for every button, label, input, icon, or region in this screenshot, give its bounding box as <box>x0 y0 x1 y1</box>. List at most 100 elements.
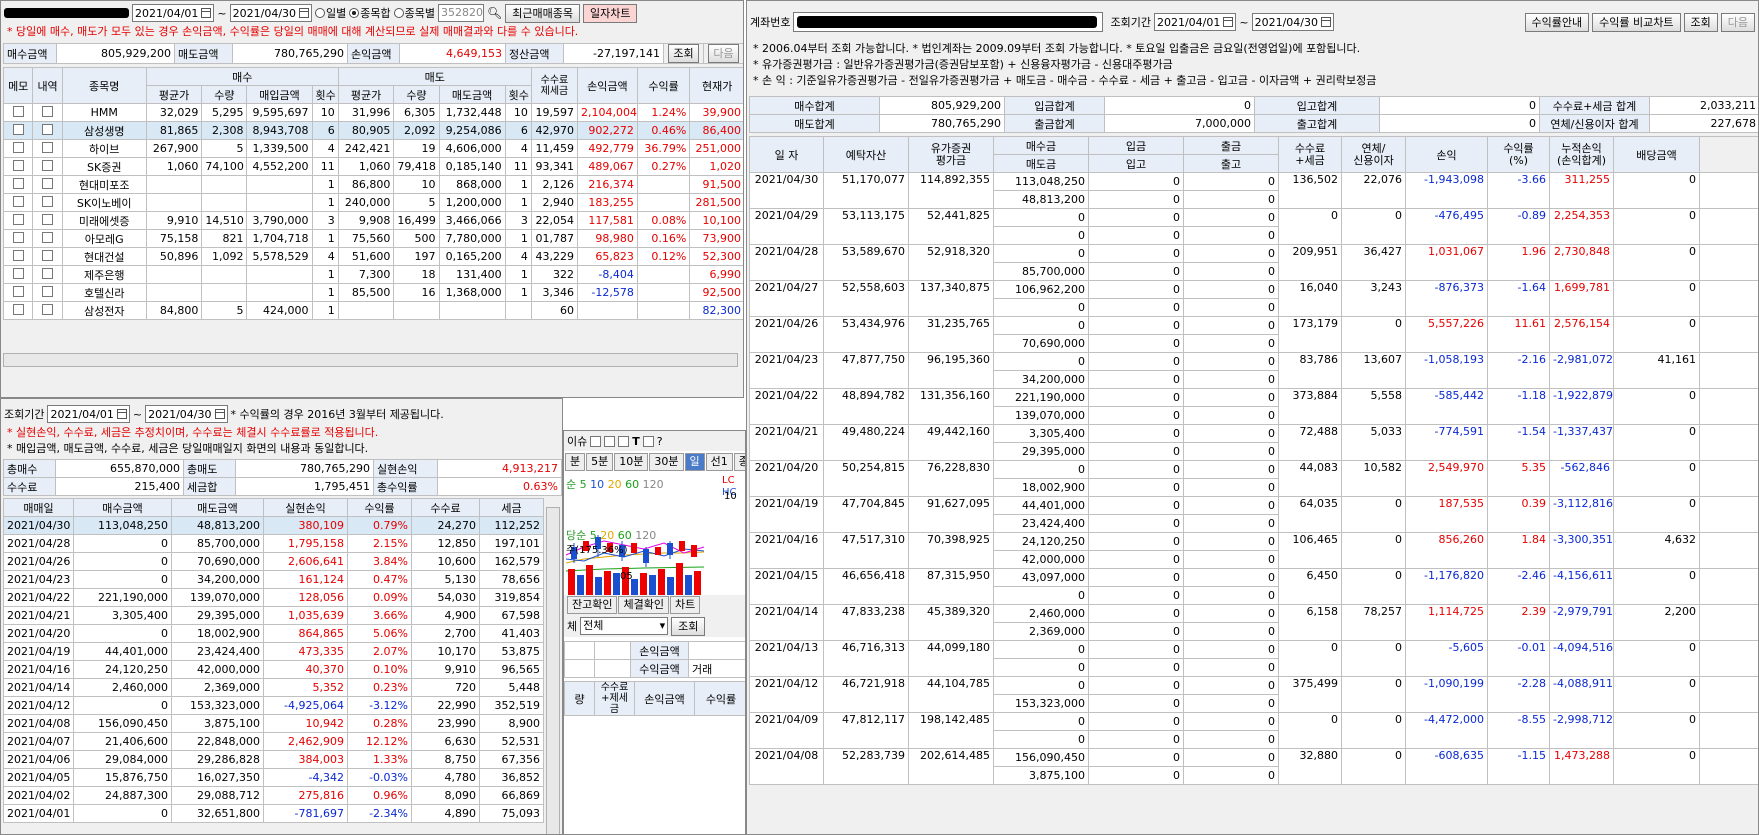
profit-guide-button[interactable]: 수익률안내 <box>1524 12 1590 32</box>
memo-icon[interactable] <box>12 249 24 261</box>
table-row[interactable]: 2021/04/16 47,517,310 70,398,925 24,120,250… <box>749 532 1758 569</box>
table-row[interactable]: 2021/04/28 0 85,700,000 1,795,158 2.15% 12,85… <box>3 534 544 553</box>
table-row[interactable]: 2021/04/01 0 32,651,800 -781,697 -2.34% 4,890… <box>3 804 544 823</box>
memo-icon[interactable] <box>12 303 24 315</box>
detail-icon[interactable] <box>42 267 54 279</box>
detail-icon[interactable] <box>42 303 54 315</box>
memo-icon[interactable] <box>12 141 24 153</box>
table-row[interactable]: 2021/04/26 0 70,690,000 2,606,641 3.84% 10,60… <box>3 552 544 571</box>
memo-icon[interactable] <box>12 177 24 189</box>
memo-icon[interactable] <box>12 105 24 117</box>
account-input[interactable] <box>793 12 1104 32</box>
table-row[interactable]: 2021/04/19 47,704,845 91,627,095 44,401,000… <box>749 496 1758 533</box>
table-row[interactable]: 삼성전자 84,800 5 424,000 1 60 82,300 <box>2 301 743 320</box>
table-row[interactable]: 2021/04/26 53,434,976 31,235,765 0 0 0 173,179… <box>749 316 1758 353</box>
table-row[interactable]: 2021/04/08 52,283,739 202,614,485 156,090,4… <box>749 748 1758 785</box>
table-row[interactable]: 2021/04/23 47,877,750 96,195,360 0 0 0 83,786 1… <box>749 352 1758 389</box>
detail-icon[interactable] <box>42 105 54 117</box>
memo-icon[interactable] <box>12 213 24 225</box>
daily-chart-button[interactable]: 일자차트 <box>583 3 638 23</box>
table-row[interactable]: SK이노베이 1 240,000 5 1,200,000 1 2,940 183,255 281… <box>2 193 743 212</box>
table-row[interactable]: 아모레G 75,158 821 1,704,718 1 75,560 500 7,780,00… <box>2 229 743 248</box>
volume-chart[interactable] <box>564 551 714 601</box>
profit-compare-chart-button[interactable]: 수익률 비교차트 <box>1592 12 1681 32</box>
bl-date-to[interactable]: 2021/04/30 <box>145 405 228 423</box>
calendar-icon[interactable] <box>299 8 310 18</box>
calendar-icon[interactable] <box>1321 17 1331 27</box>
table-row[interactable]: 2021/04/23 0 34,200,000 161,124 0.47% 5,130 78… <box>3 570 544 589</box>
stock-code-input[interactable]: 352820 <box>438 4 485 22</box>
memo-icon[interactable] <box>12 267 24 279</box>
radio-stock-sum[interactable]: 종목합 <box>349 5 391 21</box>
tl-query-button[interactable]: 조회 <box>668 44 699 63</box>
table-row[interactable]: 2021/04/19 44,401,000 23,424,400 473,335 2.0… <box>3 642 544 661</box>
detail-icon[interactable] <box>42 177 54 189</box>
table-row[interactable]: 2021/04/14 2,460,000 2,369,000 5,352 0.23% 72… <box>3 678 544 697</box>
table-row[interactable]: 2021/04/30 113,048,250 48,813,200 380,109 0.… <box>3 516 544 535</box>
table-row[interactable]: 현대건설 50,896 1,092 5,578,529 4 51,600 197 0,165,… <box>2 247 743 266</box>
memo-icon[interactable] <box>12 285 24 297</box>
table-row[interactable]: 하이브 267,900 5 1,339,500 4 242,421 19 4,606,000 4… <box>2 139 743 158</box>
detail-icon[interactable] <box>42 123 54 135</box>
tl-next-button[interactable]: 다음 <box>708 44 739 63</box>
memo-icon[interactable] <box>12 159 24 171</box>
calendar-icon[interactable] <box>116 409 127 419</box>
table-row[interactable]: 현대미포조 1 86,800 10 868,000 1 2,126 216,374 91,500 <box>2 175 743 194</box>
table-row[interactable]: 2021/04/16 24,120,250 42,000,000 40,370 0.10… <box>3 660 544 679</box>
radio-by-stock[interactable]: 종목별 <box>393 5 435 21</box>
table-row[interactable]: 미래에셋증 9,910 14,510 3,790,000 3 9,908 16,499 3,4… <box>2 211 743 230</box>
table-row[interactable]: 2021/04/05 15,876,750 16,027,350 -4,342 -0.0… <box>3 768 544 787</box>
table-row[interactable]: 2021/04/22 48,894,782 131,356,160 221,190,0… <box>749 388 1758 425</box>
tl-date-from[interactable]: 2021/04/01 <box>132 4 215 22</box>
r-date-from[interactable]: 2021/04/01 <box>1153 13 1237 31</box>
detail-icon[interactable] <box>42 159 54 171</box>
table-row[interactable]: 2021/04/12 0 153,323,000 -4,925,064 -3.12% 22… <box>3 696 544 715</box>
tl-date-to[interactable]: 2021/04/30 <box>229 4 313 22</box>
table-row[interactable]: 2021/04/20 50,254,815 76,228,830 0 0 0 44,083 1… <box>749 460 1758 497</box>
r-query-button[interactable]: 조회 <box>1683 12 1718 32</box>
r-next-button[interactable]: 다음 <box>1720 12 1755 32</box>
recent-trade-button[interactable]: 최근매매종목 <box>505 3 580 23</box>
table-row[interactable]: 2021/04/21 3,305,400 29,395,000 1,035,639 3.… <box>3 606 544 625</box>
table-row[interactable]: 2021/04/20 0 18,002,900 864,865 5.06% 2,700 41… <box>3 624 544 643</box>
detail-icon[interactable] <box>42 249 54 261</box>
bl-vertical-scrollbar[interactable] <box>546 507 560 834</box>
detail-icon[interactable] <box>42 213 54 225</box>
tab-fill-check[interactable]: 체결확인 <box>618 596 669 614</box>
tab-chart[interactable]: 차트 <box>669 596 701 614</box>
table-row[interactable]: 2021/04/27 52,558,603 137,340,875 106,962,2… <box>749 280 1758 317</box>
table-row[interactable]: 2021/04/09 47,812,117 198,142,485 0 0 0 0 0 -4,4… <box>749 712 1758 749</box>
tab-balance-check[interactable]: 잔고확인 <box>567 596 618 614</box>
radio-daily[interactable]: 일별 <box>315 5 346 21</box>
table-row[interactable]: HMM 32,029 5,295 9,595,697 10 31,996 6,305 1,73… <box>2 103 743 122</box>
table-row[interactable]: 2021/04/06 29,084,000 29,286,828 384,003 1.3… <box>3 750 544 769</box>
calendar-icon[interactable] <box>201 8 212 18</box>
detail-icon[interactable] <box>42 141 54 153</box>
table-row[interactable]: 2021/04/30 51,170,077 114,892,355 113,048,2… <box>749 172 1758 209</box>
table-row[interactable]: 2021/04/22 221,190,000 139,070,000 128,056 0… <box>3 588 544 607</box>
tf-tab[interactable]: 종1 <box>733 453 745 471</box>
table-row[interactable]: 2021/04/28 53,589,670 52,918,320 0 0 0 209,951… <box>749 244 1758 281</box>
memo-icon[interactable] <box>12 231 24 243</box>
mid-query-button[interactable]: 조회 <box>671 616 706 636</box>
table-row[interactable]: 2021/04/14 47,833,238 45,389,320 2,460,000 0… <box>749 604 1758 641</box>
detail-icon[interactable] <box>42 285 54 297</box>
table-row[interactable]: 2021/04/13 46,716,313 44,099,180 0 0 0 0 0 -5,60… <box>749 640 1758 677</box>
table-row[interactable]: 2021/04/08 156,090,450 3,875,100 10,942 0.28… <box>3 714 544 733</box>
table-row[interactable]: 2021/04/12 46,721,918 44,104,785 0 0 0 375,499… <box>749 676 1758 713</box>
r-date-to[interactable]: 2021/04/30 <box>1251 13 1334 31</box>
search-icon[interactable]: 🔍︎ <box>487 6 502 20</box>
tl-horizontal-scrollbar[interactable] <box>3 353 738 367</box>
table-row[interactable]: 2021/04/29 53,113,175 52,441,825 0 0 0 0 0 -476,… <box>749 208 1758 245</box>
table-row[interactable]: 2021/04/21 49,480,224 49,442,160 3,305,400 0… <box>749 424 1758 461</box>
table-row[interactable]: 2021/04/15 46,656,418 87,315,950 43,097,000… <box>749 568 1758 605</box>
detail-icon[interactable] <box>42 195 54 207</box>
table-row[interactable]: 제주은행 1 7,300 18 131,400 1 322 -8,404 6,990 <box>2 265 743 284</box>
memo-icon[interactable] <box>12 123 24 135</box>
detail-icon[interactable] <box>42 231 54 243</box>
table-row[interactable]: 호텔신라 1 85,500 16 1,368,000 1 3,346 -12,578 92,50… <box>2 283 743 302</box>
calendar-icon[interactable] <box>214 409 225 419</box>
table-row[interactable]: 2021/04/07 21,406,600 22,848,000 2,462,909 1… <box>3 732 544 751</box>
filter-select[interactable]: 전체 ▾ <box>580 617 669 635</box>
bl-date-from[interactable]: 2021/04/01 <box>47 405 130 423</box>
